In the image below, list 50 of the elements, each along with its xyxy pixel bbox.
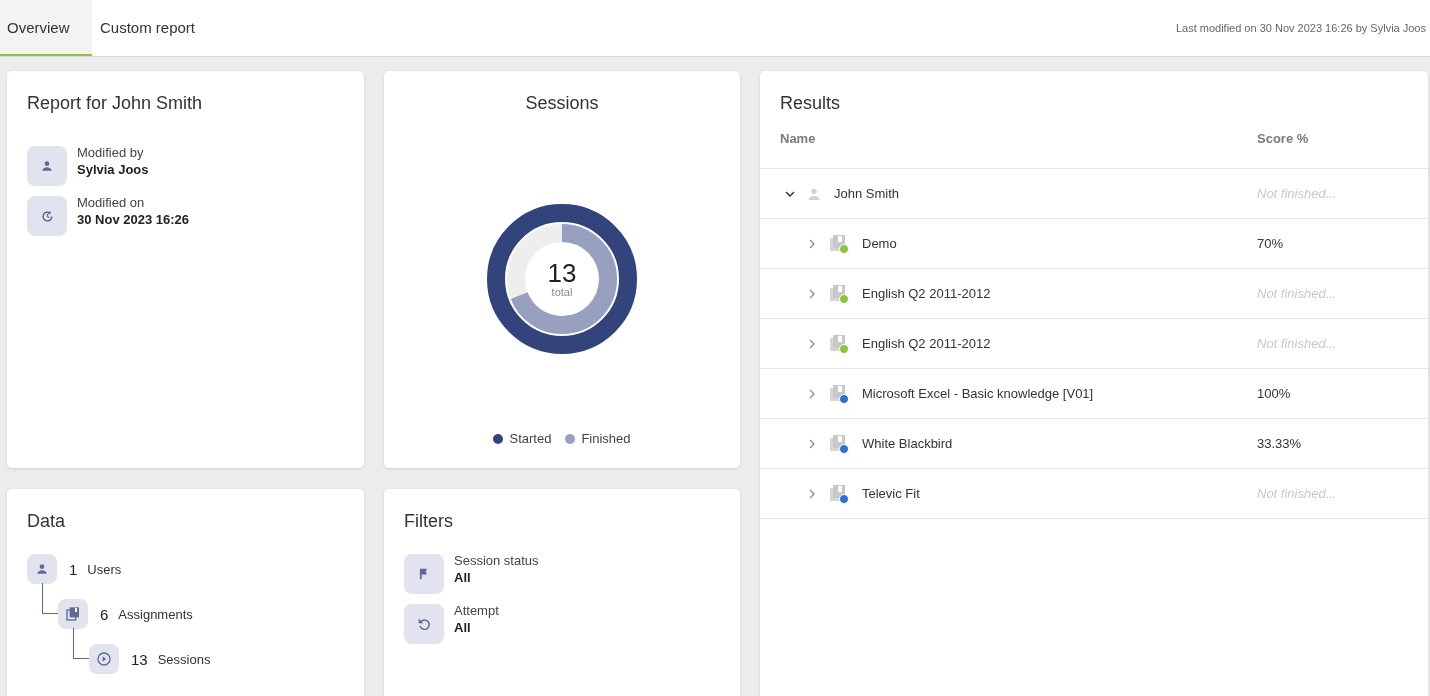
field-value: Sylvia Joos	[77, 162, 149, 177]
field-label: Modified by	[77, 145, 145, 160]
count-label: Users	[87, 561, 122, 577]
column-header: Score %	[1257, 130, 1309, 146]
field-value: All	[454, 570, 472, 585]
total-label: total	[551, 286, 573, 298]
result-name: English Q2 2011-2012	[862, 286, 991, 301]
card-title: Sessions	[525, 93, 599, 114]
result-name: Demo	[862, 236, 897, 251]
assignment-icon	[829, 383, 849, 404]
result-name: John Smith	[834, 186, 900, 201]
field-label: Attempt	[454, 603, 499, 618]
play-icon	[89, 644, 119, 674]
count-text: 6	[100, 605, 109, 623]
field-value: All	[454, 620, 472, 635]
count-label: Sessions	[157, 651, 211, 667]
card-title: Data	[27, 511, 67, 532]
person-icon	[27, 554, 57, 584]
result-name: Televic Fit	[862, 486, 920, 501]
assignment-icon	[829, 233, 849, 254]
person-icon	[27, 146, 67, 186]
assignment-icon	[829, 283, 849, 304]
score-text: 70%	[1257, 236, 1284, 251]
assignment-icon	[829, 433, 849, 454]
card-title: Filters	[404, 511, 454, 532]
count-text: 1	[69, 560, 78, 578]
result-name: Microsoft Excel - Basic knowledge [V01]	[862, 386, 1094, 401]
legend-label: Finished	[581, 431, 631, 446]
total-count: 13	[547, 260, 577, 286]
undo-icon	[404, 604, 444, 644]
assignment-icon	[829, 333, 849, 354]
score-text: 33.33%	[1257, 436, 1302, 451]
card-title: Report for John Smith	[27, 93, 204, 114]
score-text: 100%	[1257, 386, 1291, 401]
field-value: 30 Nov 2023 16:26	[77, 212, 190, 227]
result-name: English Q2 2011-2012	[862, 336, 991, 351]
field-label: Session status	[454, 553, 539, 568]
legend-label: Started	[509, 431, 552, 446]
card-title: Results	[780, 93, 842, 114]
field-label: Modified on	[77, 195, 146, 210]
result-name: White Blackbird	[862, 436, 953, 451]
books-icon	[58, 599, 88, 629]
column-header: Name	[780, 130, 817, 146]
count-label: Assignments	[118, 606, 193, 622]
assignment-icon	[829, 483, 849, 504]
history-icon	[27, 196, 67, 236]
count-text: 13	[131, 650, 148, 668]
last-modified-text: Last modified on 30 Nov 2023 16:26 by Sylvia Joos	[1175, 22, 1426, 34]
flag-icon	[404, 554, 444, 594]
tab[interactable]: Overview	[0, 0, 92, 56]
